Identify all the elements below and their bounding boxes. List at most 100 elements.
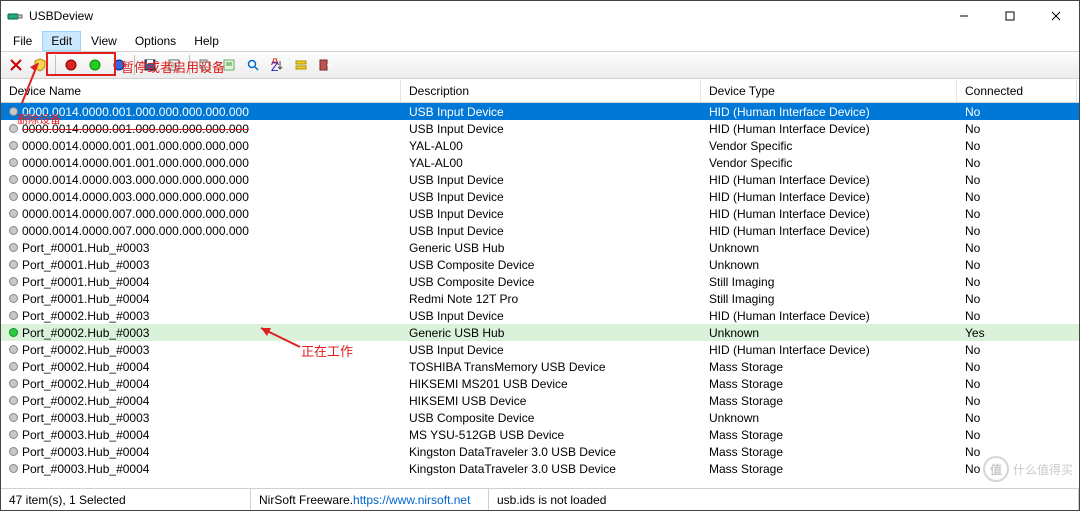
table-row[interactable]: 0000.0014.0000.007.000.000.000.000.000US… bbox=[1, 222, 1079, 239]
status-dot-icon bbox=[9, 260, 18, 269]
table-row[interactable]: Port_#0001.Hub_#0004Redmi Note 12T ProSt… bbox=[1, 290, 1079, 307]
menu-view[interactable]: View bbox=[83, 32, 125, 50]
exit-button[interactable] bbox=[314, 54, 336, 76]
cell-type: Vendor Specific bbox=[701, 139, 957, 153]
cell-type: Mass Storage bbox=[701, 360, 957, 374]
table-row[interactable]: 0000.0014.0000.003.000.000.000.000.000US… bbox=[1, 188, 1079, 205]
cell-connected: No bbox=[957, 445, 1077, 459]
cell-description: HIKSEMI USB Device bbox=[401, 394, 701, 408]
vendor-link[interactable]: https://www.nirsoft.net bbox=[353, 493, 470, 507]
cell-description: USB Input Device bbox=[401, 224, 701, 238]
column-header-name[interactable]: Device Name bbox=[1, 80, 401, 102]
status-dot-icon bbox=[9, 192, 18, 201]
cell-description: YAL-AL00 bbox=[401, 156, 701, 170]
cell-connected: No bbox=[957, 411, 1077, 425]
table-row[interactable]: Port_#0002.Hub_#0003USB Input DeviceHID … bbox=[1, 307, 1079, 324]
column-header-connected[interactable]: Connected bbox=[957, 80, 1077, 102]
device-list[interactable]: 0000.0014.0000.001.000.000.000.000.000 US… bbox=[1, 103, 1079, 488]
status-dot-icon bbox=[9, 413, 18, 422]
table-row[interactable]: 0000.0014.0000.003.000.000.000.000.000US… bbox=[1, 171, 1079, 188]
cell-connected: No bbox=[957, 309, 1077, 323]
menu-file[interactable]: File bbox=[5, 32, 40, 50]
table-row[interactable]: Port_#0003.Hub_#0004 Kingston DataTravele… bbox=[1, 443, 1079, 460]
table-row[interactable]: Port_#0001.Hub_#0004USB Composite Device… bbox=[1, 273, 1079, 290]
status-dot-icon bbox=[9, 430, 18, 439]
cell-connected: No bbox=[957, 156, 1077, 170]
status-dot-icon bbox=[9, 124, 18, 133]
status-dot-icon bbox=[9, 345, 18, 354]
table-row[interactable]: Port_#0003.Hub_#0003USB Composite Device… bbox=[1, 409, 1079, 426]
cell-connected: No bbox=[957, 462, 1077, 476]
cell-connected: No bbox=[957, 377, 1077, 391]
status-dot-icon bbox=[9, 277, 18, 286]
table-row[interactable]: 0000.0014.0000.001.000.000.000.000.000US… bbox=[1, 103, 1079, 120]
options-button[interactable] bbox=[290, 54, 312, 76]
menu-help[interactable]: Help bbox=[186, 32, 227, 50]
sort-az-button[interactable]: AZ bbox=[266, 54, 288, 76]
cell-description: Kingston DataTraveler 3.0 USB Device bbox=[401, 462, 701, 476]
find-button[interactable] bbox=[242, 54, 264, 76]
cell-connected: No bbox=[957, 173, 1077, 187]
cell-type: Unknown bbox=[701, 326, 957, 340]
cell-name: Port_#0002.Hub_#0004 bbox=[22, 377, 149, 391]
table-row[interactable]: Port_#0001.Hub_#0003Generic USB HubUnkno… bbox=[1, 239, 1079, 256]
app-icon bbox=[7, 8, 23, 24]
cell-description: Generic USB Hub bbox=[401, 241, 701, 255]
cell-name: Port_#0001.Hub_#0004 bbox=[22, 275, 149, 289]
cell-description: Generic USB Hub bbox=[401, 326, 701, 340]
save-button[interactable] bbox=[139, 54, 161, 76]
table-row[interactable]: Port_#0003.Hub_#0004Kingston DataTravele… bbox=[1, 460, 1079, 477]
cell-type: Unknown bbox=[701, 241, 957, 255]
table-row[interactable]: 0000.0014.0000.001.001.000.000.000.000YA… bbox=[1, 154, 1079, 171]
menu-options[interactable]: Options bbox=[127, 32, 184, 50]
shield-button[interactable] bbox=[29, 54, 51, 76]
table-row[interactable]: Port_#0002.Hub_#0003 Generic USB HubUnkno… bbox=[1, 324, 1079, 341]
table-row[interactable]: 0000.0014.0000.007.000.000.000.000.000US… bbox=[1, 205, 1079, 222]
play-button[interactable] bbox=[84, 54, 106, 76]
delete-button[interactable] bbox=[5, 54, 27, 76]
table-row[interactable]: 0000.0014.0000.001.000.000.000.000.000 US… bbox=[1, 120, 1079, 137]
status-dot-icon bbox=[9, 175, 18, 184]
window-title: USBDeview bbox=[29, 9, 941, 23]
stop-button[interactable] bbox=[60, 54, 82, 76]
cell-connected: No bbox=[957, 275, 1077, 289]
table-row[interactable]: Port_#0002.Hub_#0004TOSHIBA TransMemory … bbox=[1, 358, 1079, 375]
cell-description: USB Input Device bbox=[401, 122, 701, 136]
cell-connected: No bbox=[957, 241, 1077, 255]
table-row[interactable]: Port_#0002.Hub_#0004HIKSEMI MS201 USB De… bbox=[1, 375, 1079, 392]
table-row[interactable]: Port_#0003.Hub_#0004MS YSU-512GB USB Dev… bbox=[1, 426, 1079, 443]
cell-type: HID (Human Interface Device) bbox=[701, 190, 957, 204]
menu-edit[interactable]: Edit bbox=[42, 31, 81, 51]
maximize-button[interactable] bbox=[987, 1, 1033, 31]
cell-description: Kingston DataTraveler 3.0 USB Device bbox=[401, 445, 701, 459]
cell-type: Still Imaging bbox=[701, 275, 957, 289]
table-row[interactable]: 0000.0014.0000.001.001.000.000.000.000YA… bbox=[1, 137, 1079, 154]
cell-connected: Yes bbox=[957, 326, 1077, 340]
cell-description: TOSHIBA TransMemory USB Device bbox=[401, 360, 701, 374]
cell-name: Port_#0001.Hub_#0004 bbox=[22, 292, 149, 306]
column-header-type[interactable]: Device Type bbox=[701, 80, 957, 102]
cycle-button[interactable] bbox=[108, 54, 130, 76]
column-header-description[interactable]: Description bbox=[401, 80, 701, 102]
toolbar-separator bbox=[189, 55, 190, 75]
cell-name: 0000.0014.0000.001.000.000.000.000.000 bbox=[22, 122, 249, 136]
table-row[interactable]: Port_#0002.Hub_#0003USB Input DeviceHID … bbox=[1, 341, 1079, 358]
cell-name: Port_#0002.Hub_#0003 bbox=[22, 326, 149, 340]
cell-type: Mass Storage bbox=[701, 462, 957, 476]
cell-name: Port_#0003.Hub_#0004 bbox=[22, 445, 149, 459]
notes-button[interactable] bbox=[163, 54, 185, 76]
table-row[interactable]: Port_#0001.Hub_#0003USB Composite Device… bbox=[1, 256, 1079, 273]
cell-type: HID (Human Interface Device) bbox=[701, 343, 957, 357]
cell-connected: No bbox=[957, 207, 1077, 221]
minimize-button[interactable] bbox=[941, 1, 987, 31]
properties-button[interactable] bbox=[218, 54, 240, 76]
cell-type: Unknown bbox=[701, 258, 957, 272]
cell-connected: No bbox=[957, 360, 1077, 374]
cell-type: HID (Human Interface Device) bbox=[701, 173, 957, 187]
close-button[interactable] bbox=[1033, 1, 1079, 31]
status-dot-icon bbox=[9, 447, 18, 456]
status-dot-icon bbox=[9, 209, 18, 218]
copy-button[interactable] bbox=[194, 54, 216, 76]
table-row[interactable]: Port_#0002.Hub_#0004HIKSEMI USB DeviceMa… bbox=[1, 392, 1079, 409]
cell-description: USB Input Device bbox=[401, 190, 701, 204]
